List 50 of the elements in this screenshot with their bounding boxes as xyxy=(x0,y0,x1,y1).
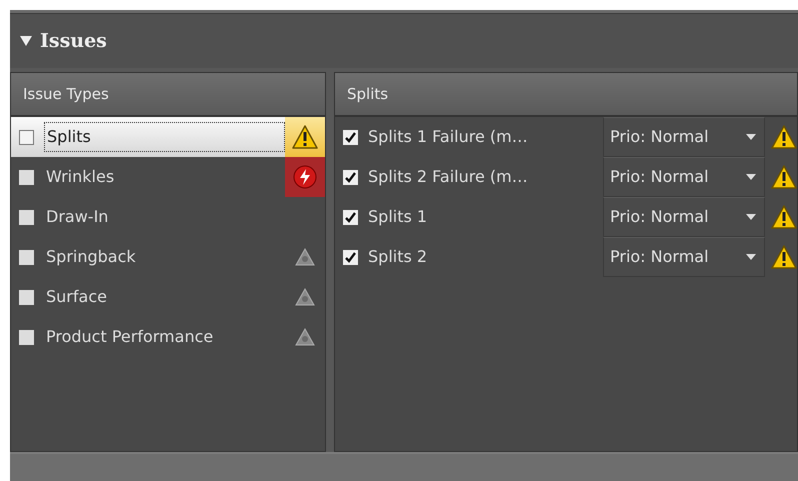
warning-icon xyxy=(292,125,318,149)
checkbox[interactable] xyxy=(343,250,358,264)
caret-icon xyxy=(746,134,756,140)
priority-dropdown[interactable]: Prio: Normal xyxy=(603,197,765,237)
collapse-icon[interactable] xyxy=(20,36,32,46)
issue-type-label: Draw-In xyxy=(45,206,110,228)
lightning-icon xyxy=(293,165,317,189)
issue-type-label: Surface xyxy=(45,286,108,308)
checkbox[interactable] xyxy=(343,130,358,144)
issue-type-label: Product Performance xyxy=(45,326,214,348)
section-title: Issues xyxy=(40,28,107,54)
checkbox[interactable] xyxy=(19,130,34,144)
checkbox[interactable] xyxy=(19,250,34,264)
warning-icon xyxy=(771,125,797,149)
issue-type-item[interactable]: Springback xyxy=(11,237,325,277)
check-icon xyxy=(345,212,356,222)
warning-icon xyxy=(295,288,315,306)
issue-type-item[interactable]: Splits xyxy=(11,117,325,157)
issue-type-item[interactable]: Draw-In xyxy=(11,197,325,237)
caret-icon xyxy=(746,214,756,220)
check-icon xyxy=(345,252,356,262)
panel-header: Splits xyxy=(335,73,797,117)
warning-icon xyxy=(295,248,315,266)
checkbox[interactable] xyxy=(19,330,34,344)
priority-dropdown[interactable]: Prio: Normal xyxy=(603,157,765,197)
split-label: Splits 1 Failure (m… xyxy=(368,126,529,148)
check-icon xyxy=(345,172,356,182)
priority-dropdown[interactable]: Prio: Normal xyxy=(603,237,765,277)
issue-type-label: Springback xyxy=(45,246,137,268)
caret-icon xyxy=(746,254,756,260)
split-label: Splits 2 Failure (m… xyxy=(368,166,529,188)
issue-type-item[interactable]: Surface xyxy=(11,277,325,317)
priority-dropdown[interactable]: Prio: Normal xyxy=(603,117,765,157)
check-icon xyxy=(345,132,356,142)
issue-type-item[interactable]: Wrinkles xyxy=(11,157,325,197)
warning-icon xyxy=(771,165,797,189)
warning-icon xyxy=(771,245,797,269)
issue-type-label: Wrinkles xyxy=(45,166,116,188)
split-label: Splits 1 xyxy=(368,206,428,228)
checkbox[interactable] xyxy=(343,170,358,184)
checkbox[interactable] xyxy=(19,170,34,184)
warning-icon xyxy=(771,205,797,229)
checkbox[interactable] xyxy=(19,210,34,224)
checkbox[interactable] xyxy=(19,290,34,304)
panel-header: Issue Types xyxy=(11,73,325,117)
issue-type-item[interactable]: Product Performance xyxy=(11,317,325,357)
split-label: Splits 2 xyxy=(368,246,428,268)
checkbox[interactable] xyxy=(343,210,358,224)
caret-icon xyxy=(746,174,756,180)
warning-icon xyxy=(295,328,315,346)
